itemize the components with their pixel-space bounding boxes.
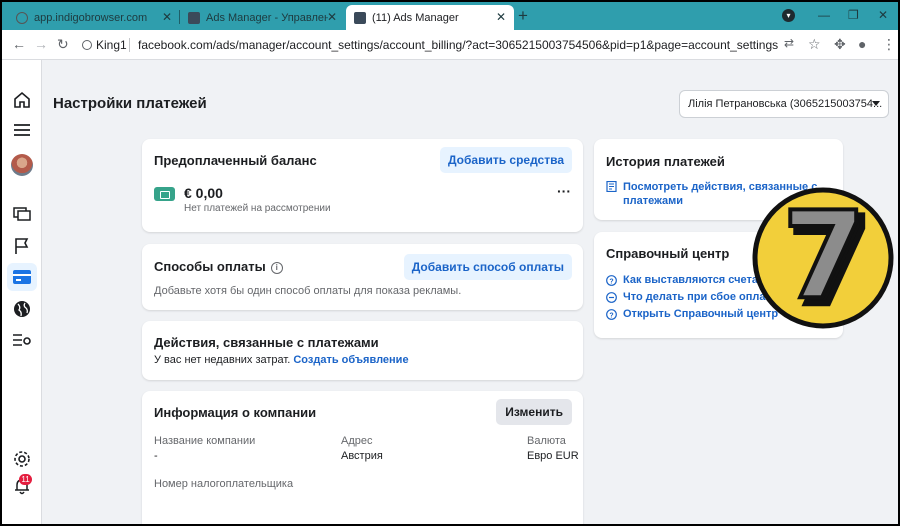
billing-card-icon[interactable] (7, 263, 37, 291)
reload-icon[interactable]: ↻ (57, 36, 69, 53)
browser-toolbar: ← → ↻ King1 facebook.com/ads/manager/acc… (2, 30, 898, 60)
address-value: Австрия (341, 450, 383, 462)
globe-icon[interactable] (10, 297, 34, 321)
account-selector[interactable]: Лілія Петрановська (3065215003754... (679, 90, 889, 118)
address-label: Адрес (341, 435, 373, 447)
currency-value: Евро EUR (527, 450, 579, 462)
extensions-icon[interactable]: ✥ (834, 36, 846, 53)
pending-payments-text: Нет платежей на рассмотрении (184, 203, 331, 214)
omnibox-separator (129, 38, 130, 52)
add-payment-method-button[interactable]: Добавить способ оплаты (403, 254, 572, 280)
prepaid-balance-card: Предоплаченный баланс Добавить средства … (142, 139, 583, 232)
left-sidebar: 11 (2, 60, 42, 524)
question-icon: ? (606, 275, 617, 286)
chevron-down-icon[interactable]: ▾ (782, 9, 795, 22)
payment-methods-card: Способы оплаты i Добавить способ оплаты Д… (142, 244, 583, 310)
browser-profile[interactable]: King1 (82, 38, 127, 52)
browser-tab-bar: app.indigobrowser.com ✕ Ads Manager - Уп… (2, 2, 898, 30)
company-name-value: - (154, 450, 158, 462)
receipt-icon (606, 181, 617, 192)
close-tab-icon[interactable]: ✕ (496, 10, 506, 24)
globe-icon (16, 11, 28, 24)
close-tab-icon[interactable]: ✕ (327, 10, 337, 24)
help-link-billing[interactable]: ? Как выставляются счета (606, 274, 758, 286)
svg-text:?: ? (609, 312, 613, 319)
screen-frame: app.indigobrowser.com ✕ Ads Manager - Уп… (2, 2, 898, 524)
svg-text:7: 7 (782, 187, 866, 326)
minus-circle-icon (606, 292, 617, 303)
ads-manager-icon (188, 11, 200, 24)
notification-badge: 11 (19, 474, 32, 485)
back-arrow-icon[interactable]: ← (12, 36, 26, 52)
flag-icon[interactable] (10, 234, 34, 258)
company-info-card: Информация о компании Изменить Название … (142, 391, 583, 524)
address-bar[interactable]: facebook.com/ads/manager/account_setting… (138, 38, 778, 52)
edit-company-button[interactable]: Изменить (496, 399, 572, 425)
menu-kebab-icon[interactable]: ⋮ (882, 36, 896, 53)
close-tab-icon[interactable]: ✕ (162, 10, 172, 24)
activity-text: У вас нет недавних затрат. Создать объяв… (154, 354, 409, 366)
home-icon[interactable] (10, 88, 34, 112)
campaigns-icon[interactable] (10, 201, 34, 225)
ads-manager-icon (354, 11, 366, 24)
add-funds-button[interactable]: Добавить средства (439, 147, 572, 173)
restore-icon[interactable]: ❐ (848, 8, 859, 22)
question-icon: ? (606, 309, 617, 320)
create-ad-link[interactable]: Создать объявление (293, 354, 408, 366)
tab-indigo[interactable]: app.indigobrowser.com ✕ (8, 5, 180, 30)
forward-arrow-icon[interactable]: → (34, 36, 48, 52)
avatar[interactable] (11, 154, 33, 176)
new-tab-button[interactable]: + (518, 6, 528, 26)
minimize-icon[interactable]: — (818, 8, 830, 22)
tab-ads-manager[interactable]: Ads Manager - Управление рекл ✕ (180, 5, 345, 30)
payment-methods-title: Способы оплаты i (154, 259, 283, 274)
tab-ads-manager-active[interactable]: (11) Ads Manager ✕ (346, 5, 514, 30)
star-icon[interactable]: ☆ (808, 36, 821, 53)
translate-icon[interactable]: ⇄ (784, 36, 794, 50)
settings-list-icon[interactable] (10, 328, 34, 352)
page-title: Настройки платежей (53, 95, 207, 112)
company-name-label: Название компании (154, 435, 256, 447)
close-window-icon[interactable]: ✕ (878, 8, 888, 22)
payment-methods-hint: Добавьте хотя бы один способ оплаты для … (154, 285, 462, 297)
wallet-icon (154, 187, 175, 201)
seven-logo-overlay: 7 7 (752, 185, 894, 331)
info-icon[interactable]: i (270, 261, 283, 274)
balance-amount: € 0,00 (184, 185, 223, 201)
payment-activity-card: Действия, связанные с платежами У вас не… (142, 321, 583, 380)
hamburger-menu-icon[interactable] (10, 118, 34, 142)
key-icon (82, 40, 92, 50)
chevron-down-icon (872, 101, 880, 106)
gear-icon[interactable] (10, 447, 34, 471)
svg-text:?: ? (609, 278, 613, 285)
account-icon[interactable]: ● (858, 36, 866, 52)
tax-id-label: Номер налогоплательщика (154, 478, 294, 490)
help-link-payment-failure[interactable]: Что делать при сбое оплат (606, 291, 771, 303)
more-options-icon[interactable]: ··· (557, 183, 571, 199)
currency-label: Валюта (527, 435, 566, 447)
